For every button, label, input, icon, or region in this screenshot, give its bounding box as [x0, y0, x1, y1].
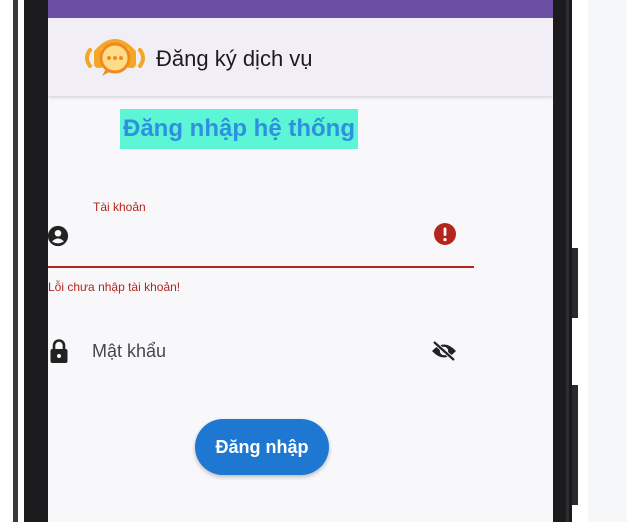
phone-power-button [572, 385, 578, 505]
visibility-off-icon[interactable] [430, 340, 458, 362]
lock-icon [50, 339, 68, 363]
login-button[interactable]: Đăng nhập [195, 419, 329, 475]
username-error-message: Lỗi chưa nhập tài khoản! [48, 280, 181, 294]
username-label: Tài khoản [93, 200, 146, 214]
username-error-underline [48, 266, 474, 268]
phone-frame-edge-right [566, 0, 569, 522]
account-circle-icon [48, 225, 69, 247]
page-title: Đăng nhập hệ thống [120, 109, 358, 149]
error-icon [434, 223, 456, 245]
phone-volume-button [572, 248, 578, 318]
desktop-background-right [588, 0, 627, 522]
status-bar [48, 0, 553, 18]
login-form: Đăng nhập hệ thống Tài khoản Lỗi chưa nh… [48, 18, 553, 522]
phone-frame-edge [13, 0, 18, 522]
password-placeholder: Mật khẩu [92, 341, 167, 361]
